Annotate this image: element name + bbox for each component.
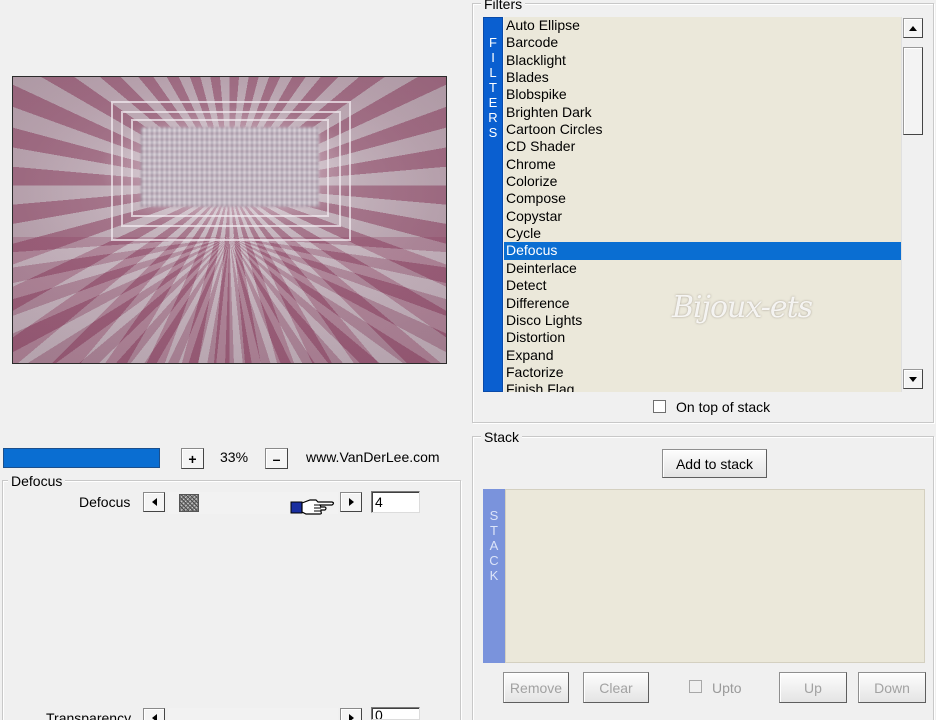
zoom-out-button[interactable]: – — [265, 448, 288, 469]
filter-item[interactable]: Barcode — [504, 34, 901, 51]
filter-item[interactable]: Finish Flag — [504, 381, 901, 392]
filter-item[interactable]: Copystar — [504, 208, 901, 225]
filter-item[interactable]: Compose — [504, 190, 901, 207]
filter-item[interactable]: Expand — [504, 347, 901, 364]
filters-group-title: Filters — [481, 0, 526, 12]
on-top-label: On top of stack — [676, 399, 771, 415]
scroll-down-button[interactable] — [903, 369, 923, 389]
scroll-up-button[interactable] — [903, 18, 923, 38]
zoom-level: 33% — [220, 449, 249, 465]
zoom-in-button[interactable]: + — [181, 448, 204, 469]
scroll-thumb[interactable] — [903, 47, 923, 135]
filters-tab-label: FILTERS — [488, 35, 498, 140]
param-transparency-decrement[interactable] — [143, 708, 165, 720]
filter-item[interactable]: Brighten Dark — [504, 104, 901, 121]
params-group-title: Defocus — [8, 473, 66, 489]
param-defocus-slider-thumb[interactable] — [179, 494, 199, 512]
filters-scrollbar[interactable] — [901, 17, 924, 392]
filter-item[interactable]: Colorize — [504, 173, 901, 190]
filters-list[interactable]: Auto Ellipse Barcode Blacklight Blades Blobs… — [504, 17, 901, 392]
filter-item[interactable]: Blacklight — [504, 52, 901, 69]
on-top-checkbox[interactable] — [653, 400, 666, 413]
filters-list-items: Auto Ellipse Barcode Blacklight Blades Blobs… — [504, 17, 901, 392]
stack-tab-label: STACK — [489, 508, 499, 583]
param-defocus-label: Defocus — [79, 494, 131, 510]
filter-item[interactable]: Chrome — [504, 156, 901, 173]
upto-checkbox[interactable] — [689, 680, 702, 693]
param-transparency-increment[interactable] — [340, 708, 362, 720]
filter-item[interactable]: CD Shader — [504, 138, 901, 155]
arrow-down-icon — [909, 376, 917, 382]
preview-center — [141, 127, 319, 207]
param-transparency-label: Transparency — [46, 710, 132, 720]
param-transparency-slider[interactable] — [168, 708, 338, 720]
up-button[interactable]: Up — [779, 672, 847, 703]
filter-item[interactable]: Blades — [504, 69, 901, 86]
stack-group-title: Stack — [481, 429, 523, 445]
filter-item[interactable]: Cycle — [504, 225, 901, 242]
filter-item[interactable]: Cartoon Circles — [504, 121, 901, 138]
preview-image — [12, 76, 447, 364]
param-transparency-value[interactable]: 0 — [371, 707, 420, 720]
filter-item[interactable]: Factorize — [504, 364, 901, 381]
preview-floor — [13, 237, 446, 363]
params-group — [2, 480, 461, 720]
stack-list[interactable] — [505, 489, 925, 663]
upto-label: Upto — [712, 680, 742, 696]
add-to-stack-button[interactable]: Add to stack — [662, 449, 767, 478]
website-link[interactable]: www.VanDerLee.com — [306, 449, 440, 465]
arrow-up-icon — [909, 25, 917, 31]
arrow-right-icon — [348, 498, 354, 506]
param-defocus-increment[interactable] — [340, 492, 362, 512]
arrow-left-icon — [151, 498, 157, 506]
param-defocus-decrement[interactable] — [143, 492, 165, 512]
arrow-left-icon — [151, 714, 157, 720]
filter-item[interactable]: Deinterlace — [504, 260, 901, 277]
filter-item[interactable]: Defocus — [504, 242, 901, 260]
arrow-right-icon — [348, 714, 354, 720]
remove-button[interactable]: Remove — [503, 672, 569, 703]
filter-item[interactable]: Blobspike — [504, 86, 901, 103]
progress-bar — [3, 448, 160, 468]
watermark: Bijoux-ets — [672, 290, 813, 325]
filter-item[interactable]: Distortion — [504, 329, 901, 346]
filter-item[interactable]: Auto Ellipse — [504, 17, 901, 34]
param-defocus-value[interactable]: 4 — [371, 491, 420, 513]
down-button[interactable]: Down — [858, 672, 926, 703]
pointing-hand-icon — [290, 499, 335, 515]
clear-button[interactable]: Clear — [583, 672, 649, 703]
